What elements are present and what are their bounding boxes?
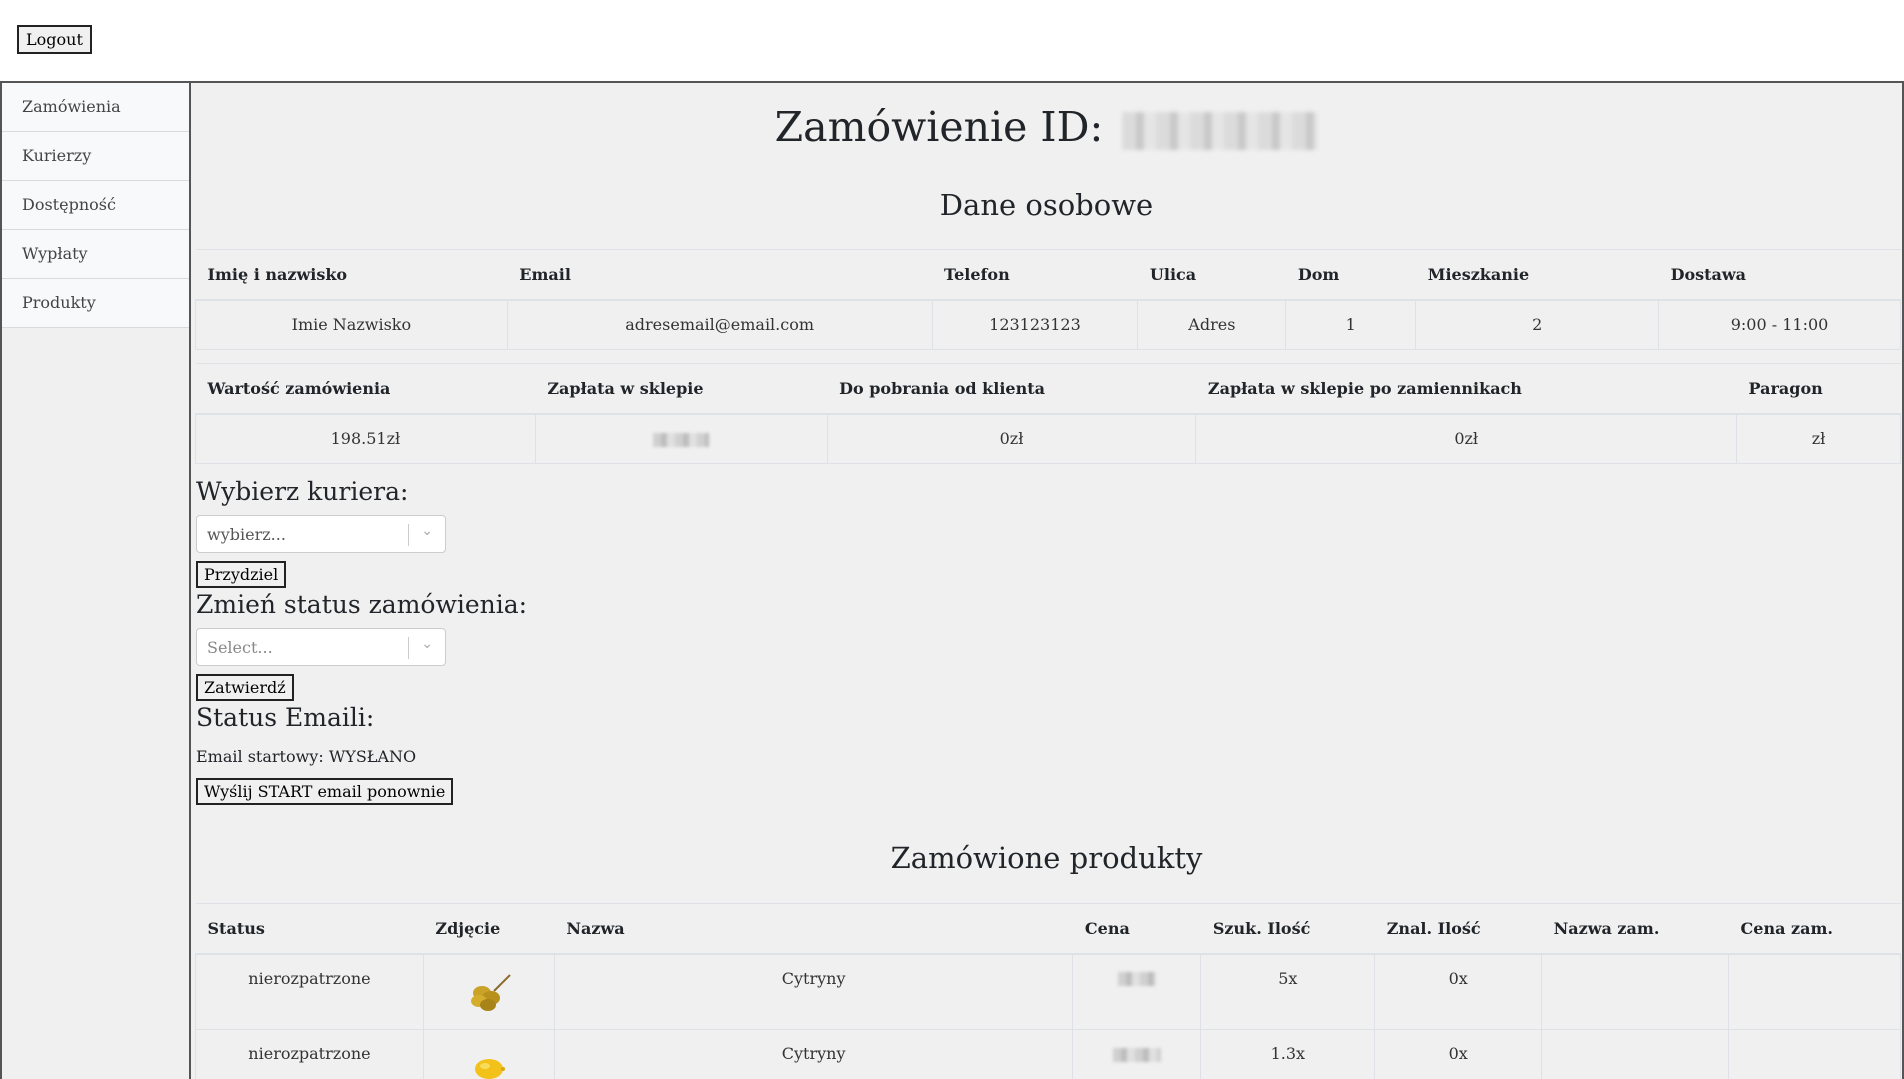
product-price-redacted [1117,972,1156,986]
lemons-bunch-image [470,974,511,1011]
product-price [1072,1029,1202,1079]
column-header: Imię i nazwisko [195,249,508,301]
select-separator [408,524,409,546]
receipt-value: zł [1736,413,1901,464]
table-row: nierozpatrzone Cytryny 1.3x 0x [195,1029,1901,1079]
column-header: Cena zam. [1728,903,1901,955]
substitute-name [1541,953,1730,1030]
column-header: Paragon [1736,363,1901,415]
found-qty: 0x [1374,1029,1543,1079]
column-header: Telefon [932,249,1138,301]
status-label: Zmień status zamówienia: [196,590,528,619]
customer-email: adresemail@email.com [506,299,933,350]
column-header: Dostawa [1658,249,1901,301]
customer-phone: 123123123 [931,299,1139,350]
page-title: Zamówienie ID: [191,83,1902,165]
product-name: Cytryny [553,953,1074,1030]
cash-on-delivery: 0zł [826,413,1197,464]
order-title-label: Zamówienie ID: [774,103,1104,151]
courier-select[interactable]: wybierz... ⌄ [196,515,446,553]
top-bar: Logout [0,0,1904,81]
customer-apartment: 2 [1415,299,1660,350]
substitute-price [1728,1029,1901,1079]
products-table: Status Zdjęcie Nazwa Cena Szuk. Ilość Zn… [195,903,1901,1079]
column-header: Zdjęcie [423,903,555,955]
customer-name: Imie Nazwisko [195,299,508,350]
column-header: Nazwa [554,903,1073,955]
courier-select-value: wybierz... [207,525,286,544]
chevron-down-icon: ⌄ [421,523,433,539]
column-header: Zapłata w sklepie po zamiennikach [1195,363,1737,415]
product-status: nierozpatrzone [195,953,424,1030]
ordered-products-title: Zamówione produkty [890,841,1203,875]
requested-qty: 5x [1200,953,1376,1030]
table-row: nierozpatrzone Cytryny 5x 0x [195,953,1901,1030]
sidebar-item-produkty[interactable]: Produkty [2,279,189,328]
product-name: Cytryny [553,1029,1074,1079]
main-content: Zamówienie ID: Dane osobowe Imię i nazwi… [191,83,1904,1079]
customer-house: 1 [1285,299,1417,350]
start-email-status: Email startowy: WYSŁANO [196,747,417,766]
sidebar-item-kurierzy[interactable]: Kurierzy [2,132,189,181]
table-row: 198.51zł 0zł 0zł zł [195,413,1901,464]
delivery-window: 9:00 - 11:00 [1658,299,1901,350]
column-header: Wartość zamówienia [195,363,536,415]
found-qty: 0x [1374,953,1543,1030]
column-header: Cena [1072,903,1201,955]
product-image-cell [422,953,555,1030]
logout-button[interactable]: Logout [17,25,92,54]
confirm-status-button[interactable]: Zatwierdź [196,674,294,701]
table-header-row: Status Zdjęcie Nazwa Cena Szuk. Ilość Zn… [195,903,1901,955]
sidebar-item-dostepnosc[interactable]: Dostępność [2,181,189,230]
layout: Zamówienia Kurierzy Dostępność Wypłaty P… [0,81,1904,1079]
email-status-label: Status Emaili: [196,703,375,732]
payment-table: Wartość zamówienia Zapłata w sklepie Do … [195,363,1901,464]
lemon-image [474,1058,505,1079]
select-separator [408,637,409,659]
chevron-down-icon: ⌄ [421,636,433,652]
table-row: Imie Nazwisko adresemail@email.com 12312… [195,299,1901,350]
product-price-redacted [1112,1047,1161,1062]
requested-qty: 1.3x [1200,1029,1376,1079]
product-status: nierozpatrzone [195,1029,424,1079]
column-header: Nazwa zam. [1541,903,1729,955]
sidebar: Zamówienia Kurierzy Dostępność Wypłaty P… [0,83,191,1079]
column-header: Mieszkanie [1415,249,1659,301]
store-payment-redacted [653,432,710,447]
status-select-placeholder: Select... [207,638,273,657]
order-value: 198.51zł [195,413,536,464]
customer-street: Adres [1137,299,1287,350]
column-header: Ulica [1137,249,1286,301]
courier-label: Wybierz kuriera: [196,477,409,506]
table-header-row: Wartość zamówienia Zapłata w sklepie Do … [195,363,1901,415]
product-price [1072,953,1202,1030]
substitute-price [1728,953,1901,1030]
sidebar-item-zamowienia[interactable]: Zamówienia [2,83,189,132]
resend-start-email-button[interactable]: Wyślij START email ponownie [196,778,454,805]
column-header: Zapłata w sklepie [535,363,828,415]
column-header: Do pobrania od klienta [827,363,1196,415]
product-image-cell [422,1029,555,1079]
sidebar-item-wyplaty[interactable]: Wypłaty [2,230,189,279]
store-payment-after-substitutes: 0zł [1195,413,1738,464]
personal-data-title: Dane osobowe [939,188,1154,222]
column-header: Szuk. Ilość [1200,903,1375,955]
order-id-redacted [1122,111,1319,150]
assign-courier-button[interactable]: Przydziel [196,561,287,588]
column-header: Znal. Ilość [1374,903,1542,955]
column-header: Status [195,903,424,955]
personal-data-table: Imię i nazwisko Email Telefon Ulica Dom … [195,249,1901,350]
status-select[interactable]: Select... ⌄ [196,628,446,666]
column-header: Dom [1285,249,1416,301]
substitute-name [1541,1029,1730,1079]
table-header-row: Imię i nazwisko Email Telefon Ulica Dom … [195,249,1901,301]
column-header: Email [507,249,933,301]
order-actions: Wybierz kuriera: wybierz... ⌄ Przydziel … [196,477,796,805]
store-payment [534,413,828,464]
